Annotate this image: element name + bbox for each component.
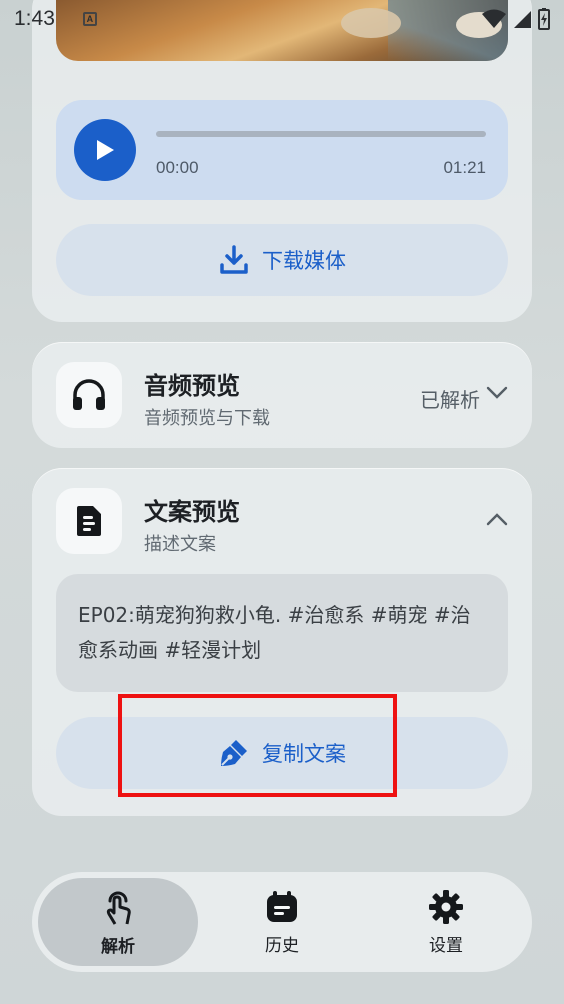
document-icon	[77, 506, 101, 536]
chevron-up-icon[interactable]	[486, 512, 508, 526]
wifi-icon	[482, 9, 506, 28]
current-time: 00:00	[156, 158, 199, 177]
nav-label-parse: 解析	[101, 936, 135, 957]
sim-indicator: A	[82, 12, 97, 26]
download-icon	[220, 245, 248, 274]
play-icon	[97, 140, 114, 160]
audio-icon-tile	[56, 362, 122, 428]
duration-time: 01:21	[443, 158, 486, 177]
signal-icon	[514, 11, 531, 28]
progress-slider[interactable]	[156, 131, 486, 137]
status-time: 1:43	[14, 7, 55, 30]
caption-text: EP02:萌宠狗狗救小龟. #治愈系 #萌宠 #治愈系动画 #轻漫计划	[56, 574, 508, 692]
copy-section-title: 文案预览	[144, 498, 240, 526]
highlight-annotation-box	[118, 694, 397, 797]
battery-icon	[538, 8, 550, 30]
nav-label-settings: 设置	[429, 935, 463, 956]
nav-item-parse[interactable]: 解析	[38, 878, 198, 966]
gear-icon	[429, 889, 463, 924]
download-media-button[interactable]: 下载媒体	[56, 224, 508, 296]
download-media-label: 下载媒体	[262, 249, 346, 273]
headphones-icon	[73, 379, 105, 410]
audio-status-text: 已解析	[420, 388, 480, 412]
audio-section-subtitle: 音频预览与下载	[144, 408, 270, 429]
status-icons	[482, 8, 550, 30]
audio-preview-card[interactable]: 音频预览 音频预览与下载 已解析	[32, 342, 532, 448]
nav-item-history[interactable]: 历史	[202, 878, 362, 966]
status-bar: 1:43 A	[0, 0, 564, 38]
document-icon-tile	[56, 488, 122, 554]
audio-section-title: 音频预览	[144, 372, 240, 400]
play-button[interactable]	[74, 119, 136, 181]
chevron-down-icon[interactable]	[486, 386, 508, 400]
tap-icon	[106, 891, 131, 925]
audio-player: 00:00 01:21	[56, 100, 508, 200]
bottom-navigation: 解析 历史 设置	[32, 872, 532, 972]
calendar-icon	[267, 890, 297, 922]
nav-item-settings[interactable]: 设置	[366, 878, 526, 966]
copy-section-subtitle: 描述文案	[144, 534, 216, 555]
media-card: 00:00 01:21 下载媒体	[32, 0, 532, 322]
nav-label-history: 历史	[265, 935, 299, 956]
